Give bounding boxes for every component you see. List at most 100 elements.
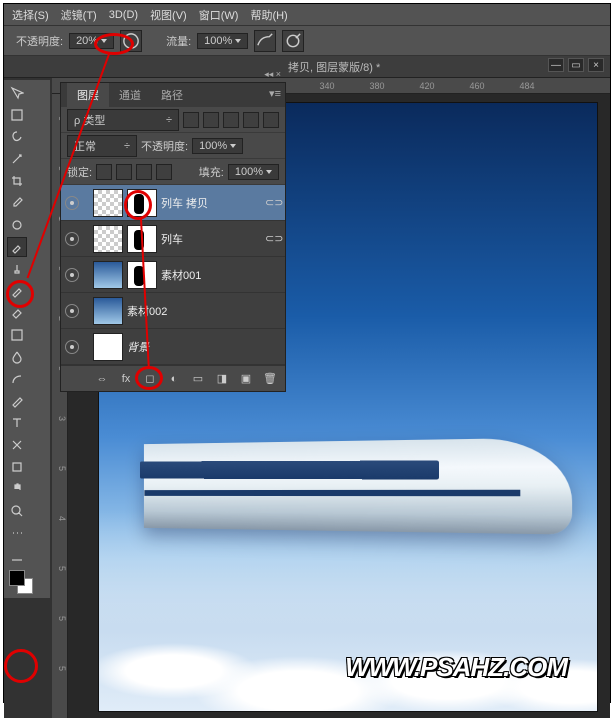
tool-crop[interactable] <box>7 171 27 191</box>
panel-menu-icon[interactable]: ▾≡ <box>269 87 281 100</box>
menu-3d[interactable]: 3D(D) <box>109 9 138 21</box>
airbrush-toggle[interactable] <box>120 30 142 52</box>
chevron-down-icon <box>101 39 107 43</box>
tool-spot[interactable] <box>7 215 27 235</box>
panel-tabs: 图层 通道 路径 ▾≡ <box>61 83 285 107</box>
visibility-icon[interactable] <box>65 304 79 318</box>
menu-select[interactable]: 选择(S) <box>12 7 49 23</box>
tool-lasso[interactable] <box>7 127 27 147</box>
layer-row[interactable]: 素材002 <box>61 293 285 329</box>
layer-opacity-field[interactable]: 100% <box>192 138 243 154</box>
blend-mode-dropdown[interactable]: 正常÷ <box>67 135 137 157</box>
mask-thumbnail[interactable] <box>127 261 157 289</box>
footer-trash-icon[interactable]: 🗑 <box>263 372 277 385</box>
layer-row[interactable]: 背景 <box>61 329 285 365</box>
footer-group-icon[interactable]: ▭ <box>191 372 205 385</box>
tool-type[interactable] <box>7 413 27 433</box>
panel-collapse-icon[interactable]: ◂◂ × <box>264 69 281 80</box>
watermark-text: WWW.PSAHZ.COM <box>345 652 567 683</box>
mask-thumbnail[interactable] <box>127 225 157 253</box>
filter-type-icon[interactable] <box>223 112 239 128</box>
tab-paths[interactable]: 路径 <box>151 83 193 107</box>
close-button[interactable]: × <box>588 58 604 72</box>
flow-field[interactable]: 100% <box>197 33 248 49</box>
layer-thumbnail[interactable] <box>93 297 123 325</box>
tool-eraser[interactable] <box>7 303 27 323</box>
train-graphic <box>127 411 557 571</box>
link-icon[interactable]: ⊂⊃ <box>265 232 281 245</box>
footer-new-icon[interactable]: ◨ <box>215 372 229 385</box>
mask-thumbnail[interactable] <box>127 189 157 217</box>
color-swatches[interactable] <box>9 570 39 600</box>
maximize-button[interactable]: ▭ <box>568 58 584 72</box>
filter-shape-icon[interactable] <box>243 112 259 128</box>
footer-link-icon[interactable]: ⇔ <box>95 373 109 385</box>
tool-marquee[interactable] <box>7 105 27 125</box>
tool-path[interactable] <box>7 435 27 455</box>
tool-history[interactable] <box>7 281 27 301</box>
tab-channels[interactable]: 通道 <box>109 83 151 107</box>
visibility-icon[interactable] <box>65 232 79 246</box>
tablet-pressure-button[interactable] <box>282 30 304 52</box>
filter-pixel-icon[interactable] <box>183 112 199 128</box>
tool-q[interactable] <box>7 545 27 565</box>
lock-all-icon[interactable] <box>156 164 172 180</box>
layer-filter-dropdown[interactable]: ρ 类型÷ <box>67 109 179 131</box>
flow-value: 100% <box>204 35 232 47</box>
lock-position-icon[interactable] <box>136 164 152 180</box>
tool-brush[interactable] <box>7 237 27 257</box>
document-tabbar: 拷贝, 图层蒙版/8) * — ▭ × <box>4 56 610 78</box>
tool-dodge[interactable] <box>7 369 27 389</box>
layers-panel: ◂◂ × 图层 通道 路径 ▾≡ ρ 类型÷ 正常÷ 不透明度: 100% <box>60 82 286 392</box>
footer-fx-icon[interactable]: fx <box>119 373 133 385</box>
tool-stamp[interactable] <box>7 259 27 279</box>
tool-zoom[interactable] <box>7 501 27 521</box>
panel-footer: ⇔ fx ◻ ◐ ▭ ◨ ▣ 🗑 <box>61 365 285 391</box>
layer-thumbnail[interactable] <box>93 189 123 217</box>
tool-eyedrop[interactable] <box>7 193 27 213</box>
opacity-label: 不透明度: <box>16 33 63 49</box>
tool-pen[interactable] <box>7 391 27 411</box>
menu-view[interactable]: 视图(V) <box>150 7 187 23</box>
fill-field[interactable]: 100% <box>228 164 279 180</box>
workspace: 140180220260300340380420460484 051525354… <box>4 78 610 718</box>
layer-thumbnail[interactable] <box>93 225 123 253</box>
tool-rect[interactable] <box>7 457 27 477</box>
footer-new2-icon[interactable]: ▣ <box>239 372 253 385</box>
filter-adjust-icon[interactable] <box>203 112 219 128</box>
menu-filter[interactable]: 滤镜(T) <box>61 7 97 23</box>
tool-wand[interactable] <box>7 149 27 169</box>
airbrush-button[interactable] <box>254 30 276 52</box>
link-icon[interactable]: ⊂⊃ <box>265 196 281 209</box>
visibility-icon[interactable] <box>65 196 79 210</box>
chevron-down-icon <box>235 39 241 43</box>
options-bar: 不透明度: 20% 流量: 100% <box>4 26 610 56</box>
lock-label: 锁定: <box>67 164 92 180</box>
tool-gradient[interactable] <box>7 325 27 345</box>
lock-pixels-icon[interactable] <box>116 164 132 180</box>
opacity-field[interactable]: 20% <box>69 33 114 49</box>
tool-ellipsis[interactable] <box>7 523 27 543</box>
tool-hand[interactable] <box>7 479 27 499</box>
doc-tab[interactable]: 拷贝, 图层蒙版/8) * <box>288 59 380 75</box>
visibility-icon[interactable] <box>65 268 79 282</box>
footer-adjust-icon[interactable]: ◐ <box>167 373 181 385</box>
layer-thumbnail[interactable] <box>93 333 123 361</box>
lock-transparent-icon[interactable] <box>96 164 112 180</box>
tool-move[interactable] <box>7 83 27 103</box>
menu-help[interactable]: 帮助(H) <box>250 7 287 23</box>
fill-label: 填充: <box>199 164 224 180</box>
visibility-icon[interactable] <box>65 340 79 354</box>
footer-mask-icon[interactable]: ◻ <box>143 372 157 385</box>
foreground-swatch[interactable] <box>9 570 25 586</box>
menu-window[interactable]: 窗口(W) <box>199 7 239 23</box>
layer-row[interactable]: 素材001 <box>61 257 285 293</box>
layer-row[interactable]: 列车 拷贝⊂⊃ <box>61 185 285 221</box>
filter-smart-icon[interactable] <box>263 112 279 128</box>
layer-name: 背景 <box>127 339 281 355</box>
minimize-button[interactable]: — <box>548 58 564 72</box>
layer-thumbnail[interactable] <box>93 261 123 289</box>
tab-layers[interactable]: 图层 <box>67 83 109 107</box>
layer-row[interactable]: 列车⊂⊃ <box>61 221 285 257</box>
tool-blur[interactable] <box>7 347 27 367</box>
